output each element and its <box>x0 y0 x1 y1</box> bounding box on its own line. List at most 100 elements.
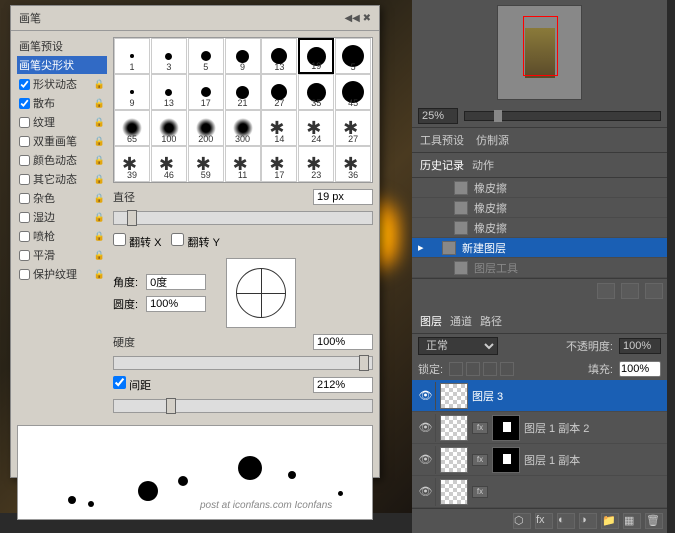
history-new-button[interactable] <box>621 283 639 299</box>
tab-paths[interactable]: 路径 <box>480 313 502 329</box>
brush-preset-cell[interactable]: 14 <box>261 110 297 146</box>
sidebar-dynamics[interactable]: 形状动态🔒 <box>17 75 107 93</box>
brush-preset-cell[interactable]: 45 <box>335 74 371 110</box>
diameter-input[interactable] <box>313 189 373 205</box>
opacity-input[interactable] <box>619 338 661 354</box>
layer-thumbnail[interactable] <box>440 415 468 441</box>
brush-preset-cell[interactable]: 9 <box>114 74 150 110</box>
brush-preset-cell[interactable]: 23 <box>298 146 334 182</box>
panel-arrows-icon[interactable]: ◀◀ ✖ <box>344 13 371 24</box>
layer-thumbnail[interactable] <box>440 383 468 409</box>
tab-history[interactable]: 历史记录 <box>420 157 464 173</box>
tab-layers[interactable]: 图层 <box>420 313 442 329</box>
brush-preset-cell[interactable]: 3 <box>151 38 187 74</box>
brush-preset-cell[interactable]: 65 <box>114 110 150 146</box>
brush-preset-cell[interactable]: 27 <box>335 110 371 146</box>
layer-thumbnail[interactable] <box>440 447 468 473</box>
fill-input[interactable] <box>619 361 661 377</box>
hardness-slider[interactable] <box>113 356 373 370</box>
sidebar-protect[interactable]: 保护纹理🔒 <box>17 265 107 283</box>
layer-name[interactable]: 图层 1 副本 2 <box>524 420 589 436</box>
layer-mask-thumbnail[interactable] <box>492 415 520 441</box>
adjustment-layer-button[interactable]: ◑ <box>579 513 597 529</box>
layer-row[interactable]: 👁 图层 3 <box>412 380 667 412</box>
tab-actions[interactable]: 动作 <box>472 157 494 173</box>
brush-preset-cell[interactable]: 17 <box>261 146 297 182</box>
brush-preset-cell[interactable]: 17 <box>188 74 224 110</box>
brush-preset-cell[interactable]: 9 <box>225 38 261 74</box>
sidebar-smooth[interactable]: 平滑🔒 <box>17 246 107 264</box>
delete-layer-button[interactable]: 🗑 <box>645 513 663 529</box>
brush-preset-cell[interactable]: 11 <box>225 146 261 182</box>
visibility-toggle[interactable]: 👁 <box>416 446 436 474</box>
flip-x-checkbox[interactable]: 翻转 X <box>113 233 161 250</box>
history-row[interactable]: 橡皮擦 <box>412 218 667 238</box>
brush-preset-cell[interactable]: 5 <box>335 38 371 74</box>
layer-name[interactable]: 图层 3 <box>472 388 503 404</box>
sidebar-noise[interactable]: 杂色🔒 <box>17 189 107 207</box>
group-button[interactable]: 📁 <box>601 513 619 529</box>
history-row[interactable]: ▸新建图层 <box>412 238 667 258</box>
history-snapshot-button[interactable] <box>597 283 615 299</box>
brush-preset-cell[interactable]: 35 <box>298 74 334 110</box>
spacing-input[interactable] <box>313 377 373 393</box>
lock-paint-icon[interactable] <box>466 362 480 376</box>
tab-tool-preset[interactable]: 工具预设 <box>420 132 464 148</box>
new-layer-button[interactable]: ▦ <box>623 513 641 529</box>
blend-mode-select[interactable]: 正常 <box>418 337 498 355</box>
sidebar-texture[interactable]: 纹理🔒 <box>17 113 107 131</box>
lock-all-icon[interactable] <box>500 362 514 376</box>
sidebar-wet[interactable]: 湿边🔒 <box>17 208 107 226</box>
spacing-checkbox[interactable]: 间距 <box>113 376 151 393</box>
layer-row[interactable]: 👁 fx 图层 1 副本 2 <box>412 412 667 444</box>
visibility-toggle[interactable]: 👁 <box>416 382 436 410</box>
brush-preset-cell[interactable]: 1 <box>114 38 150 74</box>
brush-preset-cell[interactable]: 21 <box>225 74 261 110</box>
visibility-toggle[interactable]: 👁 <box>416 414 436 442</box>
sidebar-color[interactable]: 颜色动态🔒 <box>17 151 107 169</box>
sidebar-scatter[interactable]: 散布🔒 <box>17 94 107 112</box>
brush-preset-cell[interactable]: 5 <box>188 38 224 74</box>
tab-clone-source[interactable]: 仿制源 <box>476 132 509 148</box>
sidebar-airbrush[interactable]: 喷枪🔒 <box>17 227 107 245</box>
diameter-slider[interactable] <box>113 211 373 225</box>
layer-name[interactable]: 图层 1 副本 <box>524 452 580 468</box>
lock-transparent-icon[interactable] <box>449 362 463 376</box>
layer-mask-thumbnail[interactable] <box>492 447 520 473</box>
history-delete-button[interactable] <box>645 283 663 299</box>
sidebar-preset[interactable]: 画笔预设 <box>17 37 107 55</box>
history-row[interactable]: 橡皮擦 <box>412 198 667 218</box>
brush-preset-cell[interactable]: 24 <box>298 110 334 146</box>
navigator-thumbnail[interactable] <box>497 5 582 100</box>
brush-angle-widget[interactable] <box>226 258 296 328</box>
layer-row[interactable]: 👁 fx <box>412 476 667 508</box>
spacing-slider[interactable] <box>113 399 373 413</box>
layer-row[interactable]: 👁 fx 图层 1 副本 <box>412 444 667 476</box>
lock-position-icon[interactable] <box>483 362 497 376</box>
brush-preset-cell[interactable]: 200 <box>188 110 224 146</box>
brush-preset-cell[interactable]: 19 <box>298 38 334 74</box>
link-layers-button[interactable]: ⬡ <box>513 513 531 529</box>
brush-preset-cell[interactable]: 13 <box>261 38 297 74</box>
hardness-input[interactable] <box>313 334 373 350</box>
navigator-viewport-box[interactable] <box>523 16 558 76</box>
brush-preset-cell[interactable]: 39 <box>114 146 150 182</box>
zoom-input[interactable] <box>418 108 458 124</box>
brush-preset-cell[interactable]: 13 <box>151 74 187 110</box>
history-row[interactable]: 橡皮擦 <box>412 178 667 198</box>
visibility-toggle[interactable]: 👁 <box>416 478 436 506</box>
tab-channels[interactable]: 通道 <box>450 313 472 329</box>
angle-input[interactable] <box>146 274 206 290</box>
sidebar-dual[interactable]: 双重画笔🔒 <box>17 132 107 150</box>
zoom-slider[interactable] <box>464 111 661 121</box>
brush-preset-cell[interactable]: 59 <box>188 146 224 182</box>
brush-picker-grid[interactable]: 1359131959131721273545651002003001424273… <box>113 37 373 183</box>
history-row[interactable]: 图层工具 <box>412 258 667 278</box>
layer-fx-button[interactable]: fx <box>535 513 553 529</box>
brush-preset-cell[interactable]: 100 <box>151 110 187 146</box>
brush-preset-cell[interactable]: 36 <box>335 146 371 182</box>
brush-preset-cell[interactable]: 46 <box>151 146 187 182</box>
layer-thumbnail[interactable] <box>440 479 468 505</box>
flip-y-checkbox[interactable]: 翻转 Y <box>171 233 219 250</box>
layer-mask-button[interactable]: ◐ <box>557 513 575 529</box>
